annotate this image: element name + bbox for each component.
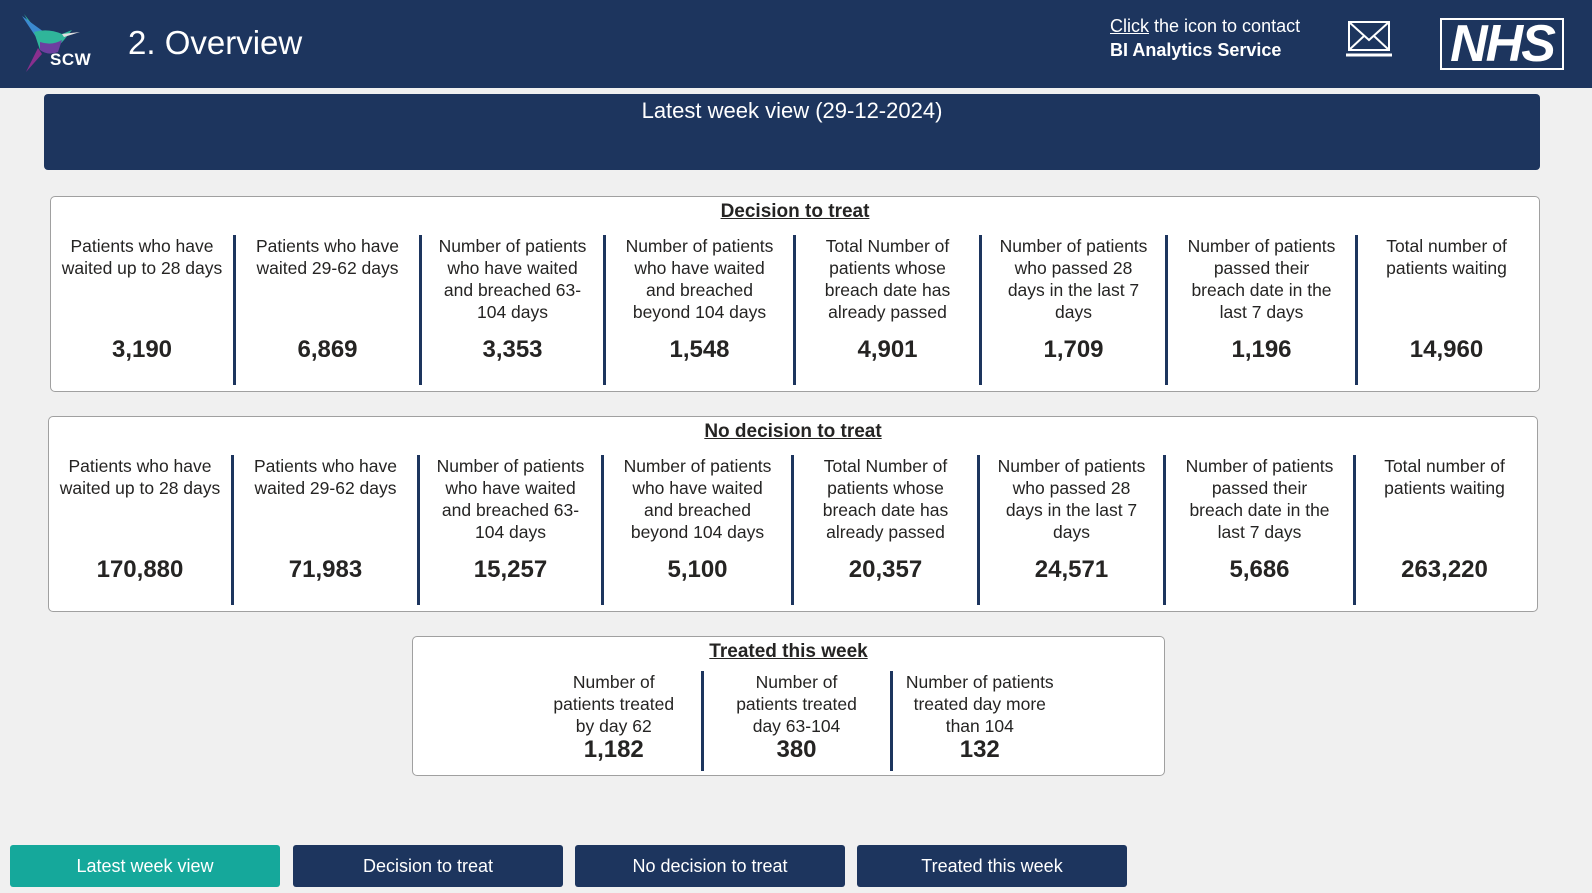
kpi-label: Patients who have waited up to 28 days: [61, 236, 223, 278]
kpi-value: 71,983: [288, 556, 363, 583]
kpi-value: 1,196: [1231, 336, 1292, 363]
kpi-card: Patients who have waited 29-62 days 71,9…: [231, 455, 417, 605]
kpi-card: Total number of patients waiting 14,960: [1355, 235, 1535, 385]
nav-button-treated-this-week[interactable]: Treated this week: [857, 845, 1127, 887]
kpi-label: Number of patients who passed 28 days in…: [997, 456, 1146, 542]
kpi-label: Number of patients who have waited and b…: [436, 456, 585, 542]
kpi-value: 20,357: [848, 556, 923, 583]
nav-button-label: No decision to treat: [632, 855, 788, 876]
kpi-value: 380: [776, 736, 817, 763]
kpi-card: Number of patients passed their breach d…: [1165, 235, 1355, 385]
nhs-logo-text: NHS: [1450, 15, 1556, 73]
kpi-label: Total number of patients waiting: [1384, 456, 1505, 498]
kpi-label: Patients who have waited up to 28 days: [59, 456, 221, 498]
kpi-card: Patients who have waited up to 28 days 3…: [51, 235, 233, 385]
kpi-row: Patients who have waited up to 28 days 1…: [49, 455, 1539, 605]
kpi-card: Number of patients who passed 28 days in…: [977, 455, 1163, 605]
kpi-card: Number of patients who have waited and b…: [419, 235, 603, 385]
treated-this-week-panel: Treated this week Number of patients tre…: [412, 636, 1165, 776]
kpi-label: Number of patients who have waited and b…: [623, 456, 772, 542]
kpi-value: 1,548: [669, 336, 730, 363]
kpi-card: Total number of patients waiting 263,220: [1353, 455, 1533, 605]
header-bar: SCW 2. Overview Click the icon to contac…: [0, 0, 1592, 88]
kpi-card: Total Number of patients whose breach da…: [791, 455, 977, 605]
kpi-card: Number of patients treated day more than…: [889, 671, 1067, 771]
nav-button-label: Latest week view: [76, 855, 214, 876]
logo-text: SCW: [50, 50, 92, 69]
kpi-label: Patients who have waited 29-62 days: [253, 456, 397, 498]
kpi-card: Patients who have waited up to 28 days 1…: [49, 455, 231, 605]
decision-to-treat-panel: Decision to treat Patients who have wait…: [50, 196, 1540, 392]
kpi-label: Number of patients passed their breach d…: [1187, 236, 1336, 322]
kpi-value: 1,182: [583, 736, 644, 763]
nav-button-no-decision-to-treat[interactable]: No decision to treat: [575, 845, 845, 887]
page-title: 2. Overview: [128, 24, 303, 61]
nav-button-latest-week-view[interactable]: Latest week view: [10, 845, 280, 887]
kpi-value: 15,257: [473, 556, 548, 583]
kpi-value: 3,190: [111, 336, 173, 363]
kpi-label: Total number of patients waiting: [1386, 236, 1507, 278]
kpi-value: 132: [959, 736, 1000, 763]
kpi-value: 3,353: [482, 336, 543, 363]
kpi-value: 14,960: [1409, 336, 1484, 363]
kpi-value: 5,100: [667, 556, 728, 583]
kpi-label: Number of patients who have waited and b…: [625, 236, 774, 322]
nhs-logo: NHS: [1440, 18, 1564, 70]
contact-service-name: BI Analytics Service: [1110, 40, 1282, 60]
kpi-label: Number of patients who have waited and b…: [438, 236, 587, 322]
kpi-row: Number of patients treated by day 62 1,1…: [527, 671, 1067, 771]
kpi-label: Total Number of patients whose breach da…: [822, 456, 949, 542]
kpi-card: Number of patients treated by day 62 1,1…: [527, 671, 701, 771]
kpi-label: Patients who have waited 29-62 days: [255, 236, 399, 278]
panel-title: No decision to treat: [704, 421, 882, 442]
kpi-label: Number of patients treated day 63-104: [736, 672, 857, 736]
kpi-card: Number of patients who passed 28 days in…: [979, 235, 1165, 385]
kpi-card: Number of patients who have waited and b…: [601, 455, 791, 605]
kpi-card: Patients who have waited 29-62 days 6,86…: [233, 235, 419, 385]
kpi-value: 4,901: [857, 336, 918, 363]
banner-title: Latest week view (29-12-2024): [641, 98, 943, 123]
kpi-label: Total Number of patients whose breach da…: [824, 236, 951, 322]
week-banner: Latest week view (29-12-2024): [44, 94, 1540, 170]
nav-button-decision-to-treat[interactable]: Decision to treat: [293, 845, 563, 887]
kpi-value: 24,571: [1034, 556, 1109, 583]
kpi-value: 5,686: [1229, 556, 1290, 583]
kpi-card: Number of patients treated day 63-104 38…: [700, 671, 890, 771]
kpi-value: 170,880: [96, 556, 184, 583]
kpi-label: Number of patients who passed 28 days in…: [999, 236, 1148, 322]
panel-title: Treated this week: [709, 641, 868, 662]
kpi-value: 1,709: [1043, 336, 1104, 363]
kpi-card: Total Number of patients whose breach da…: [793, 235, 979, 385]
contact-click-link[interactable]: Click: [1110, 16, 1149, 36]
nav-button-label: Treated this week: [921, 855, 1063, 876]
kpi-value: 6,869: [297, 336, 358, 363]
kpi-row: Patients who have waited up to 28 days 3…: [51, 235, 1541, 385]
contact-text-rest: the icon to contact: [1149, 16, 1301, 36]
nav-button-label: Decision to treat: [362, 855, 494, 876]
kpi-card: Number of patients passed their breach d…: [1163, 455, 1353, 605]
kpi-card: Number of patients who have waited and b…: [417, 455, 601, 605]
kpi-card: Number of patients who have waited and b…: [603, 235, 793, 385]
kpi-label: Number of patients treated by day 62: [553, 672, 675, 736]
kpi-label: Number of patients passed their breach d…: [1185, 456, 1334, 542]
no-decision-to-treat-panel: No decision to treat Patients who have w…: [48, 416, 1538, 612]
kpi-value: 263,220: [1401, 556, 1488, 583]
contact-text: Click the icon to contact BI Analytics S…: [1110, 14, 1310, 62]
kpi-label: Number of patients treated day more than…: [905, 672, 1054, 736]
envelope-icon[interactable]: [1346, 20, 1392, 58]
panel-title: Decision to treat: [720, 201, 870, 222]
